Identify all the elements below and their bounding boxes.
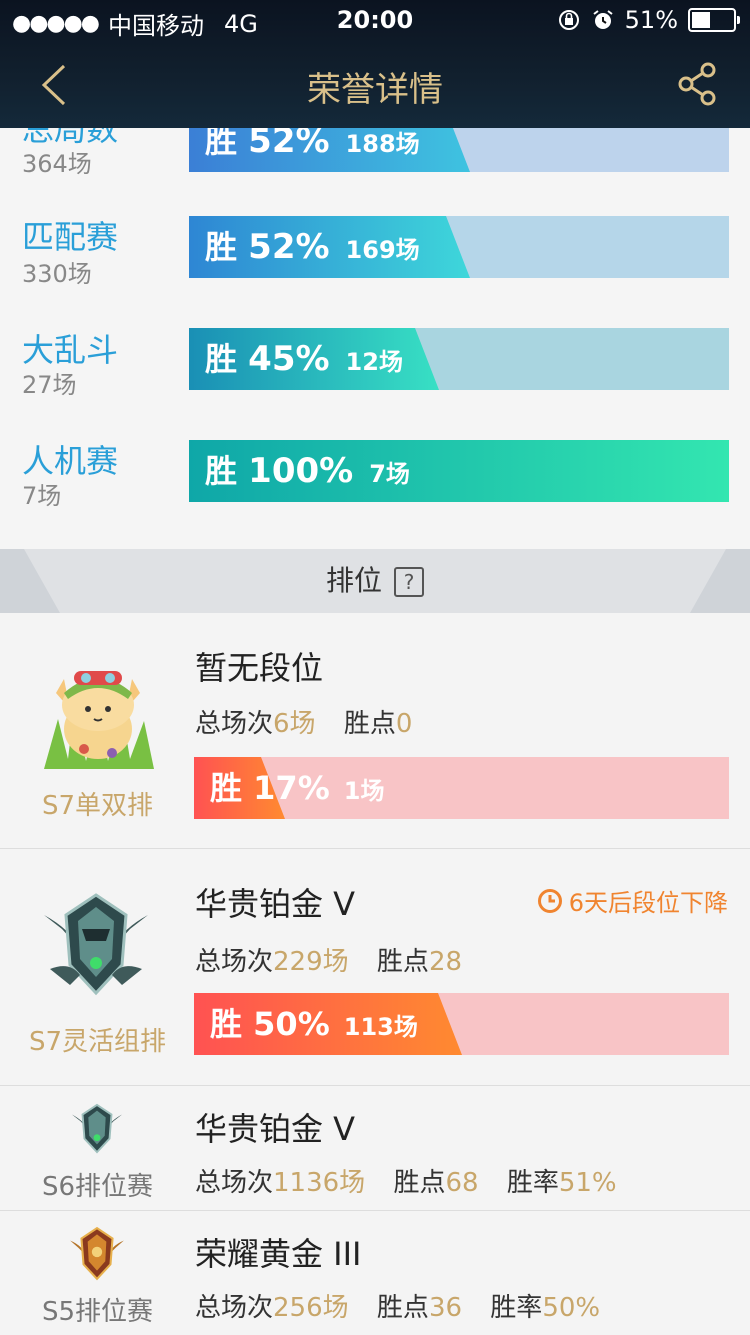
rank-decay-warning: 6天后段位下降: [537, 883, 728, 918]
platinum-emblem-icon: [71, 1103, 123, 1154]
share-button[interactable]: [676, 60, 720, 108]
rank-stats: 总场次256场 胜点36 胜率50%: [195, 1287, 600, 1324]
total-label: 总场次: [195, 947, 274, 977]
rank-card-s7-solo[interactable]: S7单双排 暂无段位 总场次6场 胜点0 胜 17% 1场: [0, 613, 750, 848]
win-rate-bar: 胜 45% 12场: [189, 328, 729, 390]
points-value: 68: [445, 1168, 479, 1198]
win-label: 胜: [210, 1005, 243, 1043]
status-bar: ●●●●● 中国移动 4G 20:00 51%: [0, 0, 750, 40]
points-value: 28: [428, 947, 463, 977]
share-icon: [678, 62, 716, 106]
total-value: 256场: [273, 1293, 349, 1323]
points-label: 胜点: [343, 709, 396, 739]
rate-label: 胜率: [506, 1168, 559, 1198]
total-label: 总场次: [195, 1293, 274, 1323]
platinum-emblem-icon: [44, 893, 148, 996]
win-label: 胜: [205, 452, 238, 490]
mode-count: 27场: [22, 371, 77, 399]
rank-tier: 荣耀黄金 III: [195, 1235, 362, 1273]
win-games: 188场: [345, 130, 420, 158]
mode-count: 364场: [22, 150, 92, 178]
points-label: 胜点: [376, 947, 429, 977]
page-title: 荣誉详情: [307, 70, 443, 110]
win-pct: 100%: [248, 451, 354, 491]
win-games: 1场: [343, 777, 385, 805]
battery-icon: [688, 8, 740, 32]
help-icon[interactable]: ?: [394, 567, 424, 597]
header-decoration: [690, 549, 750, 613]
rate-value: 51%: [558, 1168, 617, 1198]
rank-card-s7-flex[interactable]: S7灵活组排 华贵铂金 V 6天后段位下降 总场次229场 胜点28 胜 50%…: [0, 848, 750, 1086]
win-games: 12场: [345, 348, 403, 376]
win-rate-bar: 胜 100% 7场: [189, 440, 729, 502]
win-pct: 52%: [248, 227, 330, 267]
total-value: 229场: [273, 947, 349, 977]
mode-row-bots[interactable]: 人机赛 7场 胜 100% 7场: [0, 436, 750, 548]
rate-value: 50%: [542, 1293, 601, 1323]
rotation-lock-icon: [558, 10, 579, 30]
win-label: 胜: [205, 340, 238, 378]
total-value: 6场: [273, 709, 316, 739]
mode-row-aram[interactable]: 大乱斗 27场 胜 45% 12场: [0, 325, 750, 437]
win-rate-bar: 胜 17% 1场: [194, 757, 729, 819]
gold-emblem-icon: [70, 1226, 124, 1281]
points-value: 0: [395, 709, 413, 739]
decay-text: 6天后段位下降: [568, 889, 728, 917]
header-decoration: [0, 549, 60, 613]
rank-stats: 总场次229场 胜点28: [195, 941, 462, 978]
win-rate-bar: 胜 50% 113场: [194, 993, 729, 1055]
mode-count: 330场: [22, 260, 92, 288]
points-label: 胜点: [393, 1168, 446, 1198]
total-label: 总场次: [195, 1168, 274, 1198]
teemo-avatar-icon: [44, 671, 154, 769]
mode-name: 匹配赛: [22, 218, 119, 256]
rank-stats: 总场次6场 胜点0: [195, 703, 412, 740]
win-games: 7场: [369, 460, 410, 488]
total-label: 总场次: [195, 709, 274, 739]
win-pct: 50%: [253, 1005, 330, 1043]
win-rate-bar: 胜 52% 169场: [189, 216, 729, 278]
mode-count: 7场: [22, 482, 62, 510]
win-games: 169场: [345, 236, 420, 264]
points-value: 36: [428, 1293, 463, 1323]
ranked-section-header: 排位?: [0, 549, 750, 613]
mode-row-match[interactable]: 匹配赛 330场 胜 52% 169场: [0, 212, 750, 324]
rank-card-s6[interactable]: S6排位赛 华贵铂金 V 总场次1136场 胜点68 胜率51%: [0, 1085, 750, 1211]
rank-card-s5[interactable]: S5排位赛 荣耀黄金 III 总场次256场 胜点36 胜率50%: [0, 1210, 750, 1335]
battery-percent: 51%: [624, 6, 678, 34]
season-label: S7单双排: [41, 791, 154, 821]
season-label: S7灵活组排: [28, 1027, 167, 1057]
win-games: 113场: [343, 1013, 418, 1041]
season-label: S6排位赛: [41, 1172, 154, 1202]
win-pct: 45%: [248, 339, 330, 379]
win-label: 胜: [205, 228, 238, 266]
rank-tier: 华贵铂金 V: [195, 885, 356, 923]
alarm-icon: [593, 10, 613, 29]
section-title: 排位: [325, 564, 382, 597]
season-label: S5排位赛: [41, 1297, 154, 1327]
rate-label: 胜率: [490, 1293, 543, 1323]
win-label: 胜: [210, 769, 243, 807]
total-value: 1136场: [273, 1168, 366, 1198]
rank-stats: 总场次1136场 胜点68 胜率51%: [195, 1162, 617, 1199]
top-bar: ●●●●● 中国移动 4G 20:00 51% 荣誉详情: [0, 0, 750, 128]
rank-tier: 暂无段位: [195, 649, 324, 687]
rank-tier: 华贵铂金 V: [195, 1110, 356, 1148]
clock-icon: [537, 888, 562, 913]
win-pct: 17%: [253, 769, 330, 807]
points-label: 胜点: [376, 1293, 429, 1323]
